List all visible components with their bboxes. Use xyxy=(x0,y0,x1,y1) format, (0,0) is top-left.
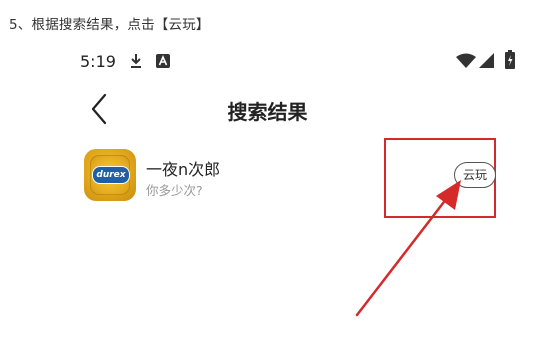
download-icon xyxy=(131,54,141,68)
app-name[interactable]: 一夜n次郎 xyxy=(146,156,220,180)
page-title: 搜索结果 xyxy=(227,100,308,124)
app-logo-text: durex xyxy=(92,166,130,184)
step-caption: 5、根据搜索结果，点击【云玩】 xyxy=(9,17,210,33)
status-time: 5:19 xyxy=(80,52,116,71)
app-subtitle: 你多少次? xyxy=(146,183,203,198)
a-icon xyxy=(156,54,170,68)
cloud-play-button[interactable]: 云玩 xyxy=(454,162,496,188)
signal-icon xyxy=(479,53,494,68)
app-icon[interactable]: durex xyxy=(84,149,136,201)
battery-icon xyxy=(505,50,515,69)
wifi-icon xyxy=(456,53,476,68)
